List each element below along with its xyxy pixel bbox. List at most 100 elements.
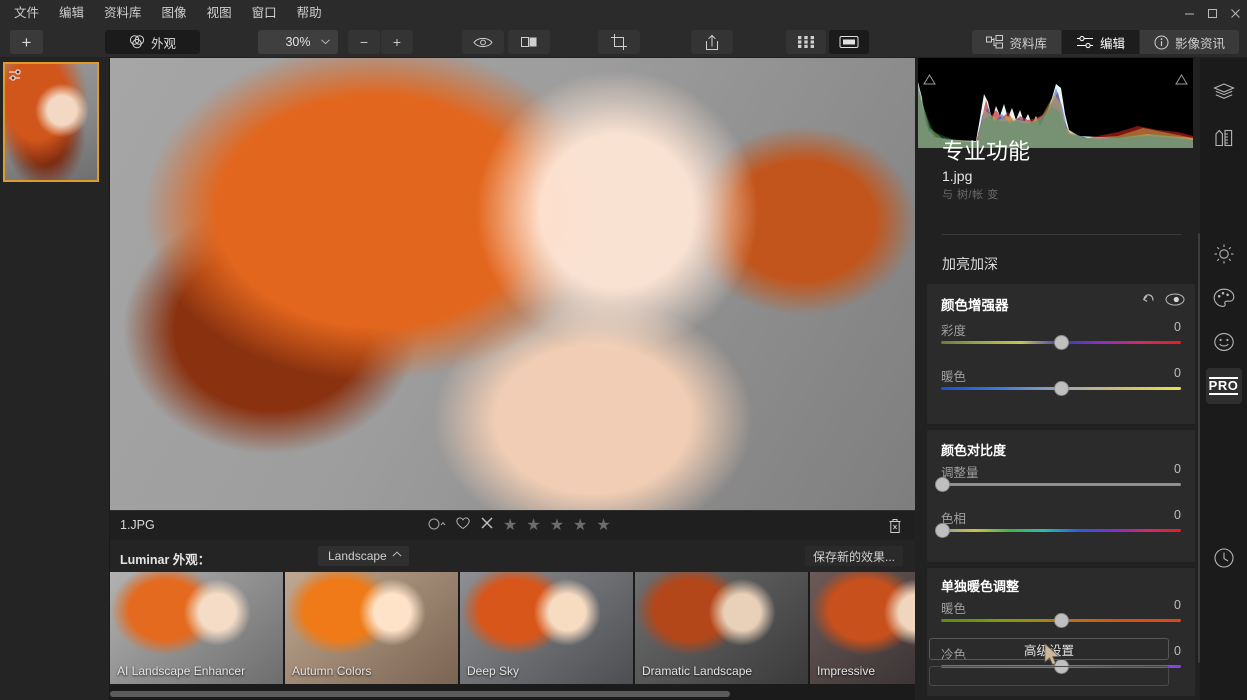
delete-image-button[interactable] xyxy=(888,518,902,539)
save-new-look-button[interactable]: 保存新的效果... xyxy=(805,546,903,566)
slider-knob[interactable] xyxy=(1054,381,1069,396)
edit-panel: 专业功能 1.jpg 与 树/帐 变 加亮加深 颜色增强器 xyxy=(915,58,1247,700)
minimize-button[interactable] xyxy=(1178,0,1201,26)
maximize-button[interactable] xyxy=(1201,0,1224,26)
pro-icon: PRO xyxy=(1209,377,1239,395)
rail-pro-button[interactable]: PRO xyxy=(1206,368,1242,404)
panel-divider xyxy=(942,234,1182,235)
preview-toggle-button[interactable] xyxy=(462,30,504,54)
highlight-clip-triangle-icon[interactable] xyxy=(1175,74,1188,85)
tab-library-label: 资料库 xyxy=(1009,33,1047,52)
image-info-bar: 1.JPG ★ ★ ★ ★ xyxy=(110,510,915,540)
rail-layers-button[interactable] xyxy=(1206,74,1242,110)
warm-cool-title: 单独暖色调整 xyxy=(941,576,1019,595)
add-image-button[interactable]: + xyxy=(10,30,43,54)
rating-star-4[interactable]: ★ xyxy=(573,518,587,534)
scrollbar-thumb[interactable] xyxy=(110,691,730,697)
reset-arrow-icon[interactable] xyxy=(1142,293,1156,311)
color-label-circle-icon[interactable] xyxy=(428,517,446,535)
image-canvas[interactable] xyxy=(110,58,915,510)
rail-history-button[interactable] xyxy=(1206,540,1242,576)
rating-star-3[interactable]: ★ xyxy=(550,518,564,534)
crop-icon xyxy=(610,33,628,51)
slider-knob[interactable] xyxy=(935,523,950,538)
looks-category-value: Landscape xyxy=(328,549,387,563)
preset-item[interactable]: Autumn Colors xyxy=(285,572,458,684)
zoom-in-button[interactable]: + xyxy=(381,30,413,54)
menu-item-window[interactable]: 窗口 xyxy=(242,0,287,26)
rating-star-2[interactable]: ★ xyxy=(526,518,540,534)
color-enhancer-card: 颜色增强器 彩度 0 xyxy=(927,284,1195,424)
looks-label: Luminar 外观： xyxy=(120,549,210,568)
single-view-icon xyxy=(839,35,859,49)
tab-image-info[interactable]: 影像资讯 xyxy=(1140,30,1239,54)
sliders-icon xyxy=(1076,35,1094,49)
grid-view-icon xyxy=(798,36,814,48)
slider-knob[interactable] xyxy=(935,477,950,492)
eye-toggle-icon[interactable] xyxy=(1165,293,1185,311)
single-view-button[interactable] xyxy=(829,30,869,54)
preset-strip-scrollbar[interactable] xyxy=(110,688,915,700)
slider-knob[interactable] xyxy=(1054,613,1069,628)
grid-view-button[interactable] xyxy=(786,30,826,54)
menu-item-view[interactable]: 视图 xyxy=(197,0,242,26)
looks-toggle-button[interactable]: 外观 xyxy=(105,30,200,54)
menu-item-image[interactable]: 图像 xyxy=(152,0,197,26)
preset-item[interactable]: Dramatic Landscape xyxy=(635,572,808,684)
close-button[interactable] xyxy=(1224,0,1247,26)
venn-circles-icon xyxy=(129,35,145,49)
preset-item[interactable]: AI Landscape Enhancer xyxy=(110,572,283,684)
layers-icon xyxy=(1213,83,1235,101)
menu-item-edit[interactable]: 编辑 xyxy=(49,0,94,26)
slider-knob[interactable] xyxy=(1054,335,1069,350)
panel-placeholder-row[interactable] xyxy=(929,666,1169,686)
slider-warmth[interactable]: 暖色 0 xyxy=(941,366,1181,400)
preset-item[interactable]: Impressive xyxy=(810,572,915,684)
minimize-icon xyxy=(1184,8,1195,19)
slider-amount[interactable]: 调整量 0 xyxy=(941,462,1181,496)
looks-category-select[interactable]: Landscape xyxy=(318,546,409,566)
portrait-face-icon xyxy=(1213,332,1235,352)
rating-star-5[interactable]: ★ xyxy=(596,518,610,534)
tool-rail: PRO xyxy=(1200,58,1247,700)
maximize-icon xyxy=(1207,8,1218,19)
trash-icon xyxy=(888,518,902,534)
looks-preset-strip: AI Landscape Enhancer Autumn Colors Deep… xyxy=(110,572,915,688)
preset-name: AI Landscape Enhancer xyxy=(117,664,245,678)
rating-star-1[interactable]: ★ xyxy=(503,518,517,534)
panel-filename: 1.jpg xyxy=(942,168,972,184)
slider-value: 0 xyxy=(1174,598,1181,612)
reject-x-icon[interactable] xyxy=(480,516,494,535)
tab-edit[interactable]: 编辑 xyxy=(1062,30,1139,54)
filmstrip-thumbnail[interactable] xyxy=(3,62,99,182)
slider-label: 彩度 xyxy=(941,320,966,339)
color-enhancer-tools xyxy=(1142,293,1185,311)
menu-item-file[interactable]: 文件 xyxy=(4,0,49,26)
shadow-clip-triangle-icon[interactable] xyxy=(923,74,936,85)
heart-icon[interactable] xyxy=(455,516,471,535)
rail-portrait-button[interactable] xyxy=(1206,324,1242,360)
eye-icon xyxy=(473,36,493,49)
rail-color-button[interactable] xyxy=(1206,280,1242,316)
slider-warm-only[interactable]: 暖色 0 xyxy=(941,598,1181,632)
slider-hue[interactable]: 色相 0 xyxy=(941,508,1181,542)
zoom-out-button[interactable]: − xyxy=(348,30,380,54)
share-button[interactable] xyxy=(691,30,733,54)
menu-item-library[interactable]: 资料库 xyxy=(94,0,152,26)
compare-button[interactable] xyxy=(508,30,550,54)
library-icon xyxy=(986,35,1003,49)
advanced-settings-button[interactable]: 高级设置 xyxy=(929,638,1169,660)
menu-item-help[interactable]: 帮助 xyxy=(287,0,332,26)
color-enhancer-title: 颜色增强器 xyxy=(941,294,1009,314)
preset-item[interactable]: Deep Sky xyxy=(460,572,633,684)
preset-name: Dramatic Landscape xyxy=(642,664,752,678)
tab-library[interactable]: 资料库 xyxy=(972,30,1061,54)
section-dodge-burn[interactable]: 加亮加深 xyxy=(942,254,998,274)
zoom-level-select[interactable]: 30% xyxy=(258,30,338,54)
slider-track[interactable] xyxy=(941,483,1181,486)
rail-tools-button[interactable] xyxy=(1206,120,1242,156)
rail-brightness-button[interactable] xyxy=(1206,236,1242,272)
slider-track[interactable] xyxy=(941,529,1181,532)
crop-button[interactable] xyxy=(598,30,640,54)
slider-saturation[interactable]: 彩度 0 xyxy=(941,320,1181,354)
